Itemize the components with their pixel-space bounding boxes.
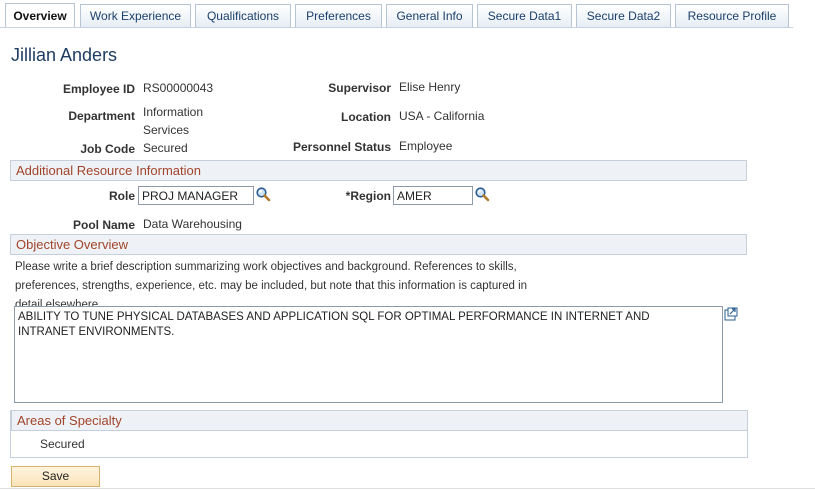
tab-general-info[interactable]: General Info [386,4,473,27]
tab-underline [0,27,793,28]
employee-id-label: Employee ID [62,82,135,96]
areas-section-header: Areas of Specialty [11,410,748,431]
supervisor-label: Supervisor [328,81,391,95]
tab-qualifications[interactable]: Qualifications [195,4,291,27]
role-input[interactable] [138,186,254,205]
tab-secure-data2[interactable]: Secure Data2 [576,4,671,27]
objective-section-header: Objective Overview [10,234,747,255]
objective-description-line2: preferences, strengths, experience, etc.… [15,280,528,292]
employee-id-value: RS00000043 [143,81,214,95]
job-code-value: Secured [143,141,188,155]
personnel-status-value: Employee [399,139,453,153]
areas-value: Secured [40,437,85,451]
supervisor-value: Elise Henry [399,80,461,94]
tab-secure-data1[interactable]: Secure Data1 [477,4,572,27]
pool-name-label: Pool Name [72,218,135,232]
personnel-status-label: Personnel Status [292,140,391,154]
bottom-divider [0,488,815,489]
tab-bar: Overview Work Experience Qualifications … [0,0,815,28]
region-lookup-icon[interactable] [474,186,490,202]
region-label: *Region [345,189,391,203]
job-code-label: Job Code [80,142,135,156]
pool-name-value: Data Warehousing [143,217,242,231]
location-value: USA - California [399,109,485,123]
objective-description-line1: Please write a brief description summari… [15,261,517,273]
tab-work-experience[interactable]: Work Experience [80,4,191,27]
tab-resource-profile[interactable]: Resource Profile [675,4,789,27]
save-button[interactable]: Save [11,466,100,487]
objective-textarea[interactable]: ABILITY TO TUNE PHYSICAL DATABASES AND A… [14,306,723,403]
page-title: Jillian Anders [11,45,118,65]
tab-overview[interactable]: Overview [5,3,75,28]
tab-preferences[interactable]: Preferences [295,4,382,27]
region-input[interactable] [393,186,473,205]
department-value-line2: Services [143,123,190,137]
role-lookup-icon[interactable] [255,186,271,202]
location-label: Location [341,110,391,124]
additional-info-section-header: Additional Resource Information [10,160,747,181]
role-label: Role [108,189,135,203]
department-value-line1: Information [143,105,204,119]
expand-textarea-icon[interactable] [724,307,738,321]
department-label: Department [68,109,135,123]
